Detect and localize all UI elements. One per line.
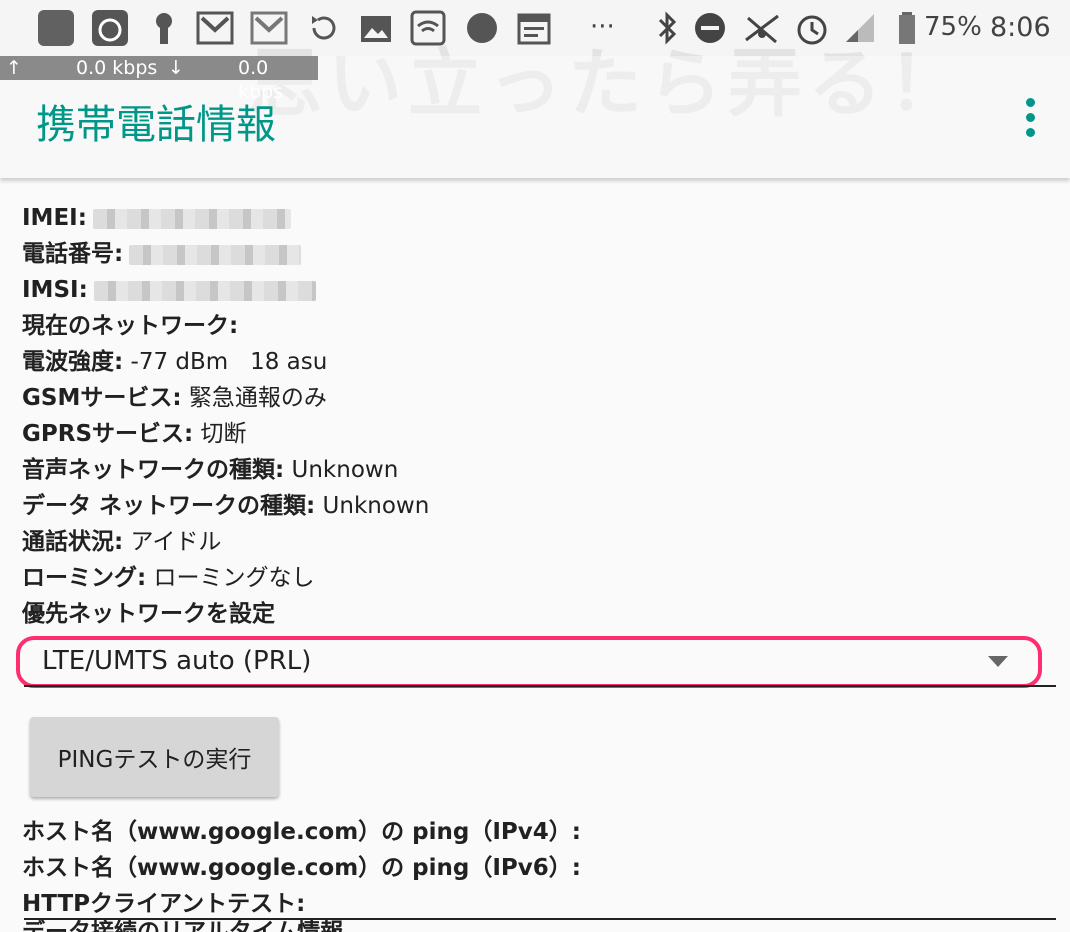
info-label: 現在のネットワーク: — [22, 313, 239, 339]
info-label: 音声ネットワークの種類: — [22, 457, 285, 483]
ping-test-button[interactable]: PINGテストの実行 — [30, 717, 279, 797]
preferred-network-label: 優先ネットワークを設定 — [22, 596, 1052, 632]
info-row: ローミング: ローミングなし — [22, 560, 1052, 596]
realtime-info-heading: データ接続のリアルタイム情報 — [22, 920, 343, 932]
info-row: 現在のネットワーク: — [22, 308, 1052, 344]
info-row: 電話番号: — [22, 236, 1052, 272]
preferred-network-value: LTE/UMTS auto (PRL) — [42, 646, 312, 676]
info-row: GSMサービス: 緊急通報のみ — [22, 380, 1052, 416]
result-row: HTTPクライアントテスト: — [22, 886, 1052, 922]
clock: 8:06 — [990, 12, 1051, 43]
info-list: IMEI: 電話番号: IMSI: 現在のネットワーク: 電波強度: -77 dBm 1… — [22, 200, 1052, 632]
info-label: 通話状況: — [22, 529, 124, 555]
info-value: Unknown — [315, 493, 430, 519]
ping-results: ホスト名（www.google.com）の ping（IPv4）: ホスト名（ww… — [22, 814, 1052, 922]
info-row: IMEI: — [22, 200, 1052, 236]
upload-arrow-icon: ↑ — [6, 57, 22, 79]
preferred-network-dropdown[interactable]: LTE/UMTS auto (PRL) — [16, 636, 1042, 688]
redacted-value — [129, 244, 302, 265]
ping-test-label: PINGテストの実行 — [57, 747, 252, 773]
info-row: 通話状況: アイドル — [22, 524, 1052, 560]
dropdown-arrow-icon — [988, 656, 1008, 667]
keyhole-icon — [150, 10, 178, 50]
info-label: IMEI: — [22, 205, 87, 231]
timer-icon — [92, 10, 128, 46]
divider — [24, 685, 1056, 687]
info-value: 切断 — [193, 421, 247, 447]
info-row: 音声ネットワークの種類: Unknown — [22, 452, 1052, 488]
info-label: IMSI: — [22, 277, 88, 303]
result-label: ホスト名（www.google.com）の ping（IPv6）: — [22, 855, 581, 881]
info-value: アイドル — [123, 529, 222, 555]
download-arrow-icon: ↓ — [168, 57, 184, 79]
info-label: 電話番号: — [22, 241, 124, 267]
result-label: ホスト名（www.google.com）の ping（IPv4）: — [22, 819, 581, 845]
overflow-menu-icon[interactable] — [1020, 98, 1040, 142]
gmail-icon — [196, 10, 236, 50]
upload-speed: 0.0 kbps — [76, 57, 158, 79]
result-label: HTTPクライアントテスト: — [22, 891, 306, 917]
info-label: GSMサービス: — [22, 385, 182, 411]
info-row: 電波強度: -77 dBm 18 asu — [22, 344, 1052, 380]
info-row: データ ネットワークの種類: Unknown — [22, 488, 1052, 524]
redacted-value — [93, 280, 316, 301]
info-value: -77 dBm 18 asu — [123, 349, 328, 375]
info-label: GPRSサービス: — [22, 421, 194, 447]
info-row: GPRSサービス: 切断 — [22, 416, 1052, 452]
redacted-value — [92, 208, 291, 229]
result-row: ホスト名（www.google.com）の ping（IPv6）: — [22, 850, 1052, 886]
info-label: データ ネットワークの種類: — [22, 493, 316, 519]
info-row: IMSI: — [22, 272, 1052, 308]
preferred-network-label-text: 優先ネットワークを設定 — [22, 601, 275, 627]
download-speed: 0.0 kbps — [238, 57, 284, 103]
info-value: Unknown — [284, 457, 399, 483]
info-label: 電波強度: — [22, 349, 124, 375]
info-value: 緊急通報のみ — [181, 385, 327, 411]
result-row: ホスト名（www.google.com）の ping（IPv4）: — [22, 814, 1052, 850]
app-icon — [38, 10, 74, 46]
net-speed-overlay: ↑ 0.0 kbps ↓ 0.0 kbps — [0, 56, 318, 103]
info-value: ローミングなし — [146, 565, 315, 591]
info-label: ローミング: — [22, 565, 147, 591]
